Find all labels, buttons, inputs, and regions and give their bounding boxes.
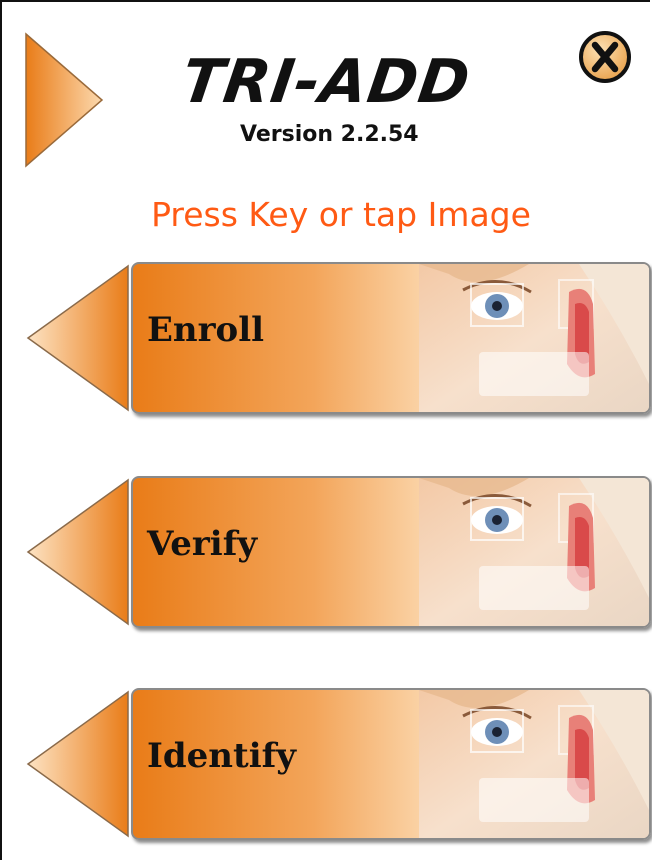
enroll-button[interactable]: Enroll <box>26 262 652 418</box>
verify-card: Verify <box>131 476 651 628</box>
app-title: TRI-ADD <box>177 47 475 117</box>
biometric-face-image <box>419 690 649 838</box>
identify-button[interactable]: Identify <box>26 688 652 844</box>
verify-button[interactable]: Verify <box>26 476 652 632</box>
app-version: Version 2.2.54 <box>240 122 419 147</box>
verify-label: Verify <box>147 524 258 564</box>
identify-label: Identify <box>147 736 297 776</box>
left-arrow-icon <box>26 264 129 412</box>
biometric-face-image <box>419 478 649 626</box>
left-arrow-icon <box>26 690 129 838</box>
instruction-text: Press Key or tap Image <box>151 195 531 234</box>
identify-card: Identify <box>131 688 651 840</box>
enroll-label: Enroll <box>147 310 265 350</box>
enroll-card: Enroll <box>131 262 651 414</box>
biometric-face-image <box>419 264 649 412</box>
left-arrow-icon <box>26 478 129 626</box>
close-x-icon[interactable] <box>578 30 632 84</box>
